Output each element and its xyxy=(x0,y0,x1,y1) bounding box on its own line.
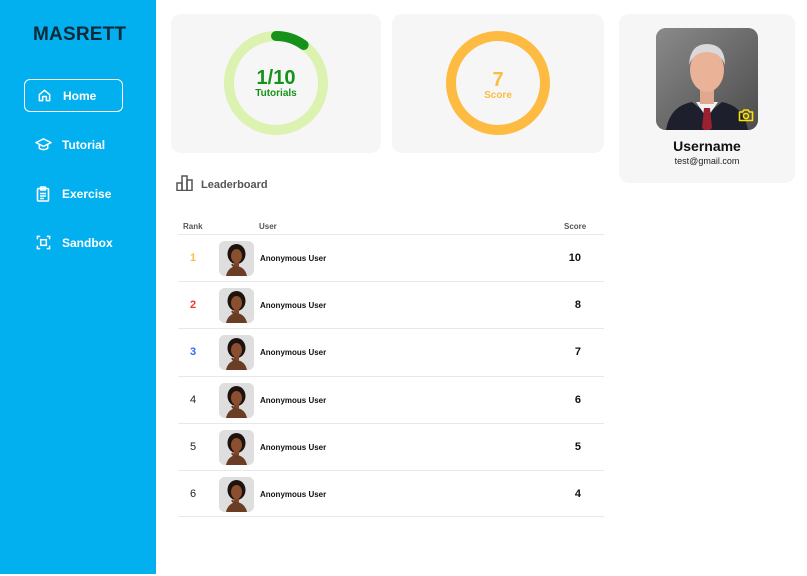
user-avatar xyxy=(219,429,254,465)
leaderboard-heading: Leaderboard xyxy=(176,175,268,194)
home-icon xyxy=(25,88,63,103)
score-cell: 4 xyxy=(574,488,581,500)
tutorials-card: 1/10 Tutorials xyxy=(171,14,381,153)
table-row[interactable]: 1 Anonymous User 10 xyxy=(178,234,604,281)
nav-exercise[interactable]: Exercise xyxy=(24,177,123,210)
score-cell: 10 xyxy=(568,252,581,264)
user-avatar xyxy=(219,241,254,276)
profile-avatar[interactable] xyxy=(656,28,758,130)
score-cell: 7 xyxy=(574,346,581,359)
nav-home[interactable]: Home xyxy=(24,79,123,112)
camera-icon[interactable] xyxy=(738,108,754,127)
table-row[interactable]: 3 Anonymous User 7 xyxy=(178,328,604,375)
user-avatar xyxy=(219,288,254,324)
score-cell: 6 xyxy=(574,393,581,406)
table-row[interactable]: 5 Anonymous User 5 xyxy=(178,422,604,470)
leaderboard-title: Leaderboard xyxy=(201,178,268,191)
score-value: 7 xyxy=(492,69,504,91)
col-user-header: User xyxy=(259,222,277,231)
col-rank-header: Rank xyxy=(183,222,203,231)
profile-card: Username test@gmail.com xyxy=(619,14,795,183)
table-row[interactable]: 6 Anonymous User 4 xyxy=(178,470,604,517)
nav-home-label: Home xyxy=(63,88,97,103)
table-row[interactable]: 4 Anonymous User 6 xyxy=(178,375,604,423)
sidebar: MASRETT Home Tutorial Exercise Sandbox xyxy=(0,0,156,574)
table-row[interactable]: 2 Anonymous User 8 xyxy=(178,281,604,328)
rank-cell: 4 xyxy=(190,393,197,406)
graduation-cap-icon xyxy=(24,137,62,152)
score-label: Score xyxy=(484,90,512,101)
user-name-cell: Anonymous User xyxy=(260,442,327,452)
user-name-cell: Anonymous User xyxy=(260,395,327,405)
rank-cell: 2 xyxy=(190,299,197,312)
nav-sandbox[interactable]: Sandbox xyxy=(24,226,123,259)
score-cell: 8 xyxy=(574,299,581,312)
user-name-cell: Anonymous User xyxy=(260,490,327,499)
rank-cell: 5 xyxy=(190,440,197,453)
score-card: 7 Score xyxy=(392,14,604,153)
bar-chart-icon xyxy=(176,175,194,194)
nav-tutorial[interactable]: Tutorial xyxy=(24,128,123,161)
rank-cell: 6 xyxy=(190,488,197,500)
profile-username: Username xyxy=(673,138,741,154)
nav-exercise-label: Exercise xyxy=(62,186,112,201)
user-avatar xyxy=(219,335,254,371)
nav-sandbox-label: Sandbox xyxy=(62,235,113,250)
rank-cell: 1 xyxy=(190,252,197,264)
tutorials-value: 1/10 xyxy=(256,67,296,89)
profile-email: test@gmail.com xyxy=(674,156,740,166)
user-avatar xyxy=(219,477,254,512)
user-name-cell: Anonymous User xyxy=(260,254,327,263)
user-avatar xyxy=(219,382,254,418)
nav-tutorial-label: Tutorial xyxy=(62,137,106,152)
brand-logo: MASRETT xyxy=(33,24,127,45)
tutorials-label: Tutorials xyxy=(255,88,297,99)
clipboard-icon xyxy=(24,185,62,202)
user-name-cell: Anonymous User xyxy=(260,301,327,311)
user-name-cell: Anonymous User xyxy=(260,348,327,358)
score-cell: 5 xyxy=(574,440,581,453)
sandbox-frame-icon xyxy=(24,235,62,250)
rank-cell: 3 xyxy=(190,346,197,359)
col-score-header: Score xyxy=(564,222,587,231)
